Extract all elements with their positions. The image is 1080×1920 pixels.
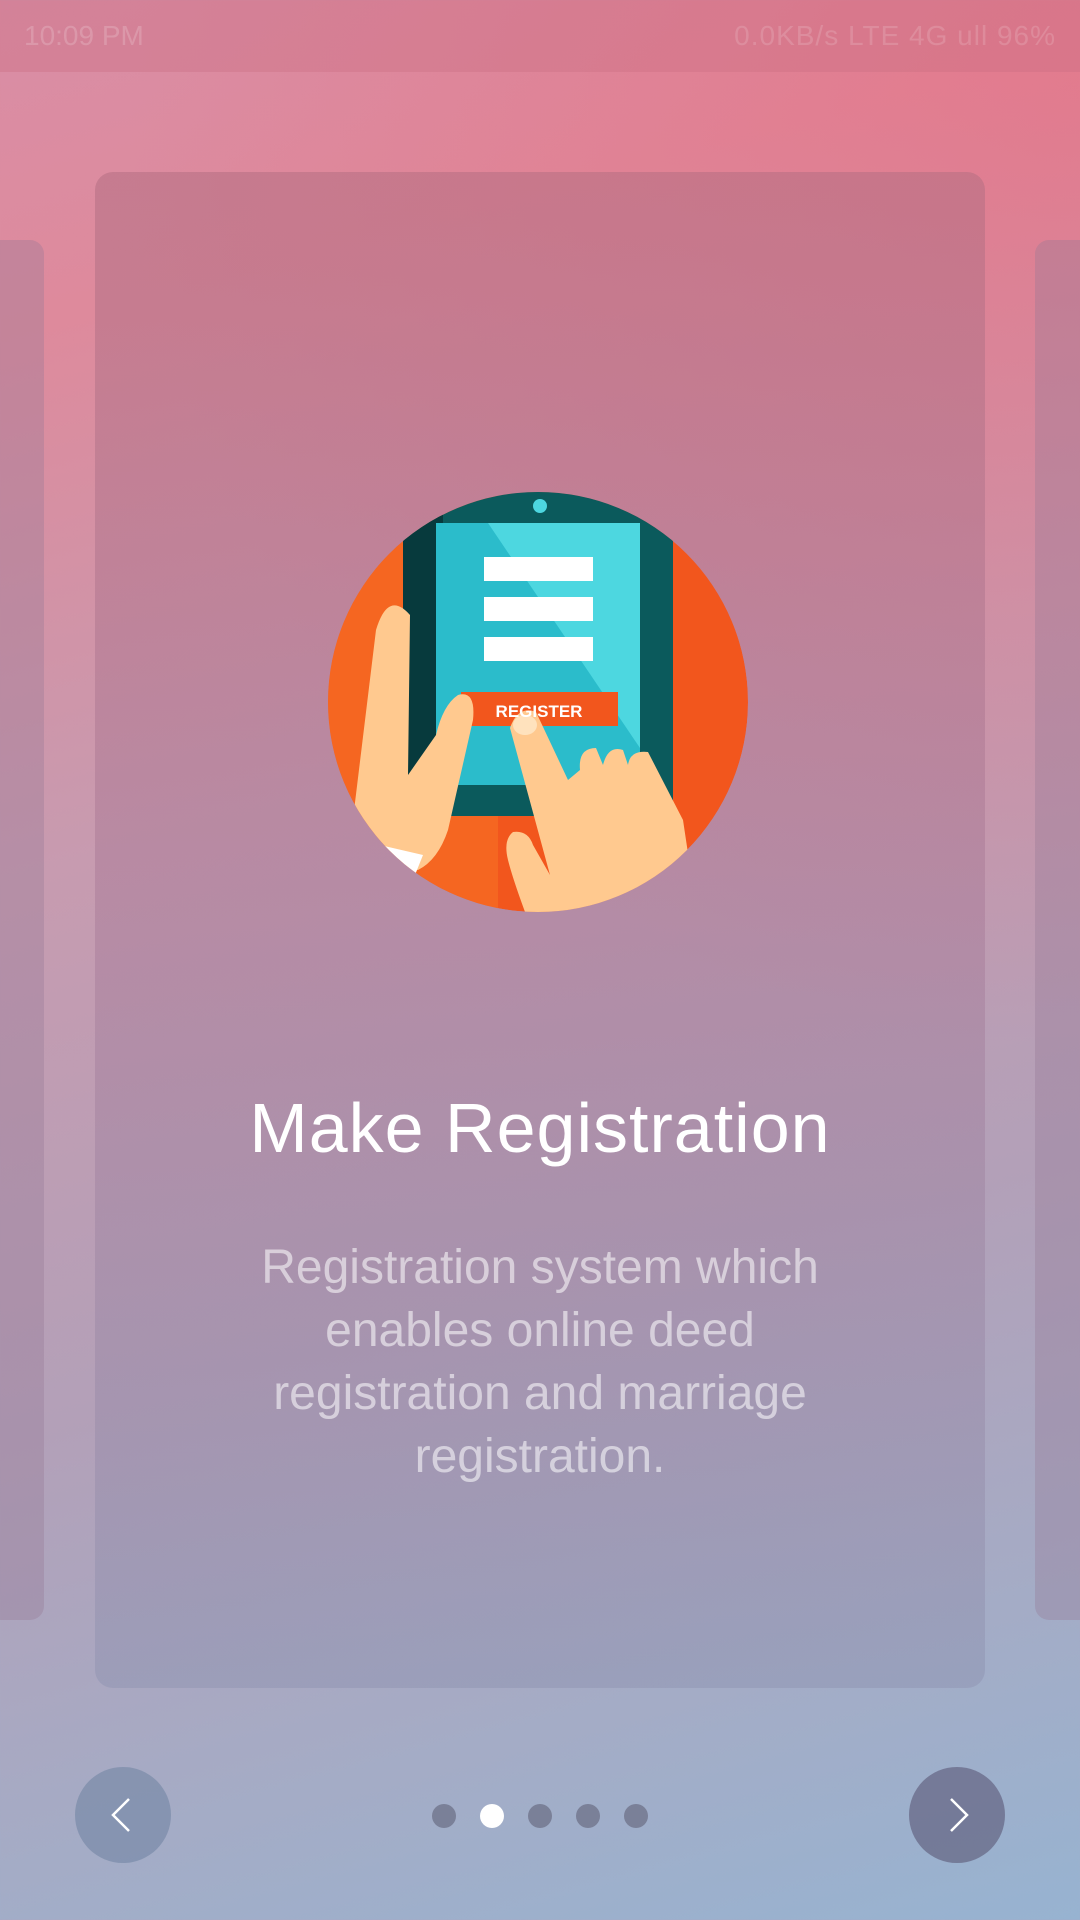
page-dot-1[interactable] bbox=[432, 1804, 456, 1828]
next-slide-card[interactable] bbox=[1035, 240, 1080, 1620]
page-indicator bbox=[432, 1804, 652, 1828]
illustration-register-label: REGISTER bbox=[496, 702, 583, 721]
page-dot-2-active[interactable] bbox=[480, 1804, 504, 1828]
page-dot-3[interactable] bbox=[528, 1804, 552, 1828]
slide-title: Make Registration bbox=[249, 1089, 831, 1167]
previous-button[interactable] bbox=[75, 1767, 171, 1863]
status-time: 10:09 PM bbox=[24, 20, 144, 51]
chevron-left-icon bbox=[111, 1798, 130, 1832]
status-bar: 10:09 PM 0.0KB/s LTE 4G ull 96% bbox=[0, 0, 1080, 72]
slide-description: Registration system which enables online… bbox=[261, 1241, 819, 1483]
chevron-right-icon bbox=[950, 1798, 969, 1832]
status-indicators: 0.0KB/s LTE 4G ull 96% bbox=[734, 20, 1056, 51]
registration-illustration: REGISTER bbox=[328, 492, 748, 912]
previous-slide-card[interactable] bbox=[0, 240, 44, 1620]
next-button[interactable] bbox=[909, 1767, 1005, 1863]
page-dot-5[interactable] bbox=[624, 1804, 648, 1828]
page-dot-4[interactable] bbox=[576, 1804, 600, 1828]
